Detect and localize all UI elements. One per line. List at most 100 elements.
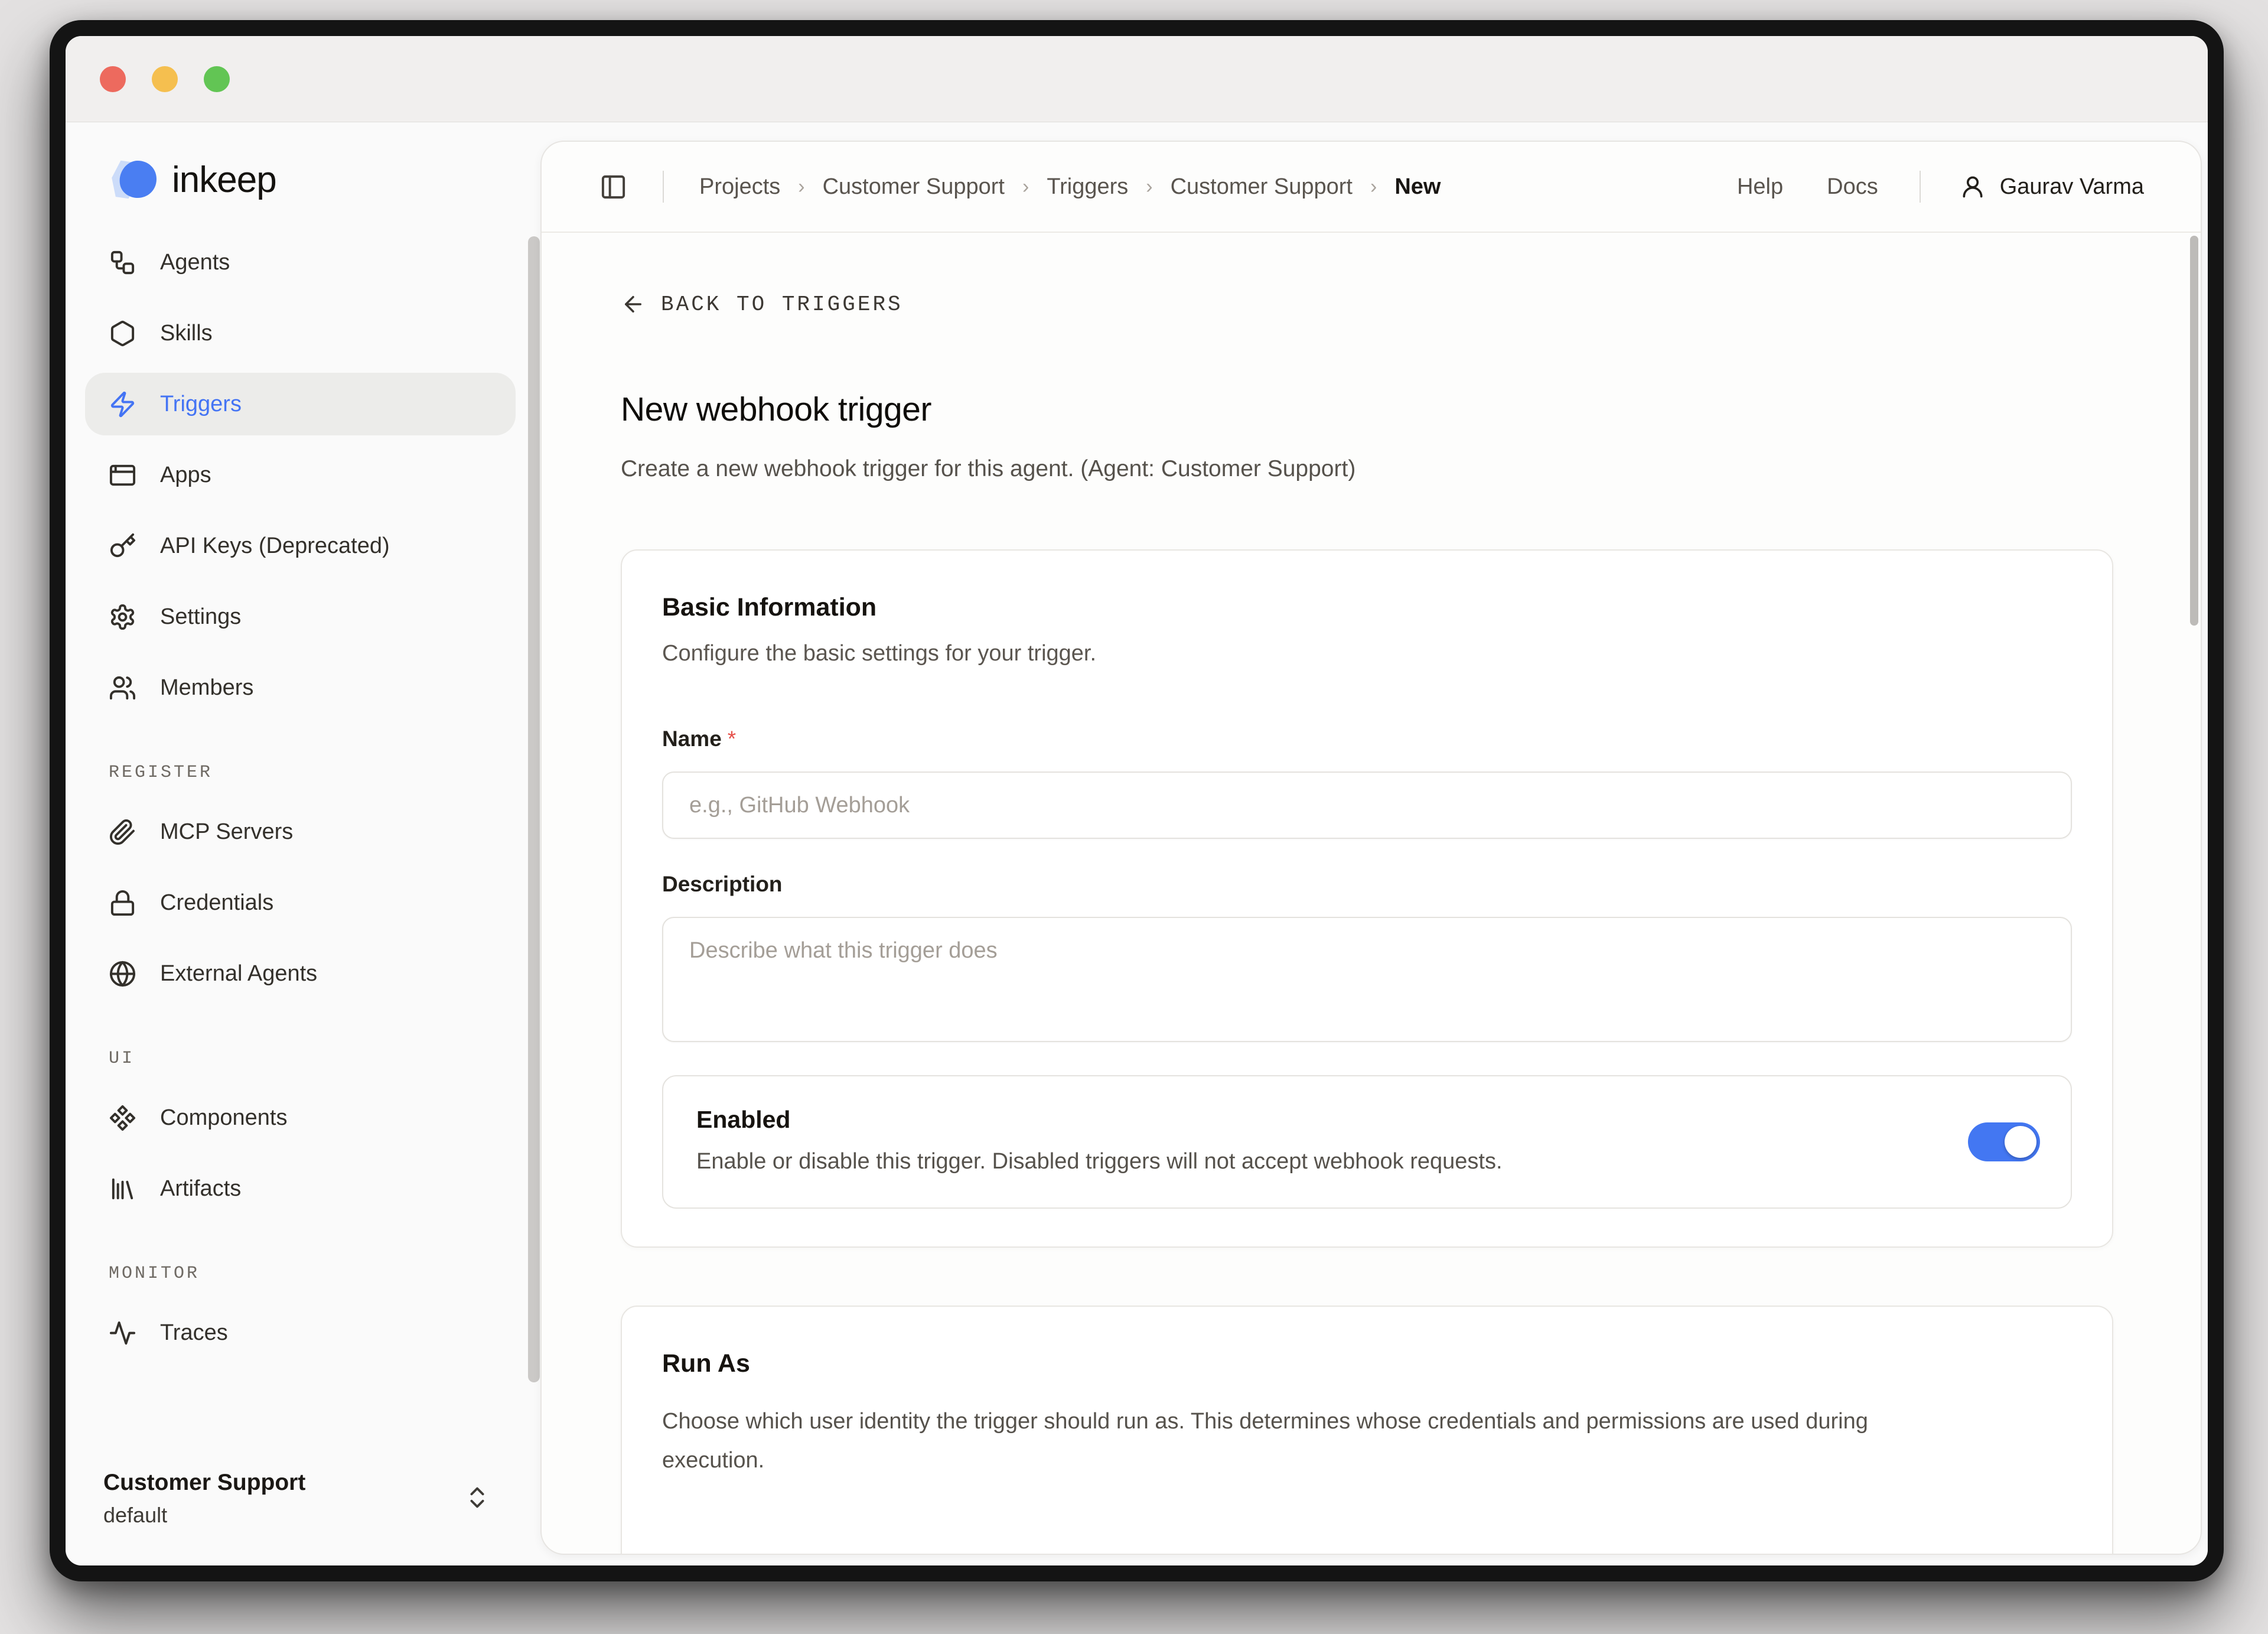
sidebar-item-api-keys[interactable]: API Keys (Deprecated) xyxy=(85,515,516,577)
header-actions: Help Docs Gaurav Varma xyxy=(1693,171,2144,203)
sidebar-item-label: MCP Servers xyxy=(160,819,293,845)
breadcrumb: Projects › Customer Support › Triggers ›… xyxy=(699,174,1441,200)
zoom-button[interactable] xyxy=(204,66,230,92)
back-link-label: BACK TO TRIGGERS xyxy=(661,292,903,317)
sidebar-item-skills[interactable]: Skills xyxy=(85,302,516,364)
breadcrumb-customer-support[interactable]: Customer Support xyxy=(823,174,1005,200)
sidebar-item-label: Agents xyxy=(160,250,230,275)
brand-logo[interactable]: inkeep xyxy=(99,158,540,201)
page-content: BACK TO TRIGGERS New webhook trigger Cre… xyxy=(542,233,2201,1554)
sidebar-item-label: Credentials xyxy=(160,890,273,916)
description-field-label: Description xyxy=(662,872,2072,897)
breadcrumb-current: New xyxy=(1394,174,1441,200)
workflow-icon xyxy=(109,249,136,276)
workspace-name: Customer Support xyxy=(103,1470,305,1496)
hexagon-icon xyxy=(109,320,136,347)
panel-left-icon xyxy=(599,173,627,201)
page-subtitle: Create a new webhook trigger for this ag… xyxy=(621,456,2113,482)
brand-name: inkeep xyxy=(172,159,276,201)
window-title-bar xyxy=(66,36,2208,122)
sidebar-item-label: External Agents xyxy=(160,961,317,987)
minimize-button[interactable] xyxy=(152,66,178,92)
component-icon xyxy=(109,1104,136,1132)
globe-icon xyxy=(109,960,136,988)
card-description: Configure the basic settings for your tr… xyxy=(662,641,2072,666)
sidebar-item-mcp-servers[interactable]: MCP Servers xyxy=(85,800,516,863)
sidebar-section-ui: UI xyxy=(109,1049,516,1069)
sidebar-item-credentials[interactable]: Credentials xyxy=(85,871,516,934)
user-icon xyxy=(1960,174,1986,200)
sidebar-item-apps[interactable]: Apps xyxy=(85,444,516,506)
breadcrumb-separator: › xyxy=(1370,175,1377,198)
workspace-switcher[interactable]: Customer Support default xyxy=(103,1470,491,1528)
enabled-description: Enable or disable this trigger. Disabled… xyxy=(696,1149,1941,1174)
activity-icon xyxy=(109,1319,136,1347)
sidebar-item-label: Members xyxy=(160,675,253,701)
user-name: Gaurav Varma xyxy=(2000,174,2144,200)
sidebar-item-label: API Keys (Deprecated) xyxy=(160,533,390,559)
enabled-setting: Enabled Enable or disable this trigger. … xyxy=(662,1075,2072,1209)
sidebar-item-agents[interactable]: Agents xyxy=(85,231,516,294)
back-to-triggers-link[interactable]: BACK TO TRIGGERS xyxy=(621,292,903,317)
app-window-icon xyxy=(109,461,136,489)
sidebar-item-artifacts[interactable]: Artifacts xyxy=(85,1157,516,1220)
sidebar-scrollbar[interactable] xyxy=(528,236,540,1382)
breadcrumb-separator: › xyxy=(1146,175,1152,198)
sidebar-item-label: Triggers xyxy=(160,392,242,417)
close-button[interactable] xyxy=(100,66,126,92)
sidebar-item-label: Apps xyxy=(160,463,211,488)
desktop-background: inkeep Agents Skills Triggers xyxy=(0,0,2268,1634)
enabled-toggle[interactable] xyxy=(1968,1122,2040,1161)
sidebar-item-external-agents[interactable]: External Agents xyxy=(85,942,516,1005)
sidebar-item-label: Settings xyxy=(160,604,241,630)
card-title: Run As xyxy=(662,1349,2072,1378)
window-controls xyxy=(100,66,230,92)
paperclip-icon xyxy=(109,818,136,846)
sidebar-item-components[interactable]: Components xyxy=(85,1086,516,1149)
sidebar-item-label: Artifacts xyxy=(160,1176,241,1202)
run-as-card: Run As Choose which user identity the tr… xyxy=(621,1306,2113,1555)
main-panel: Projects › Customer Support › Triggers ›… xyxy=(540,141,2202,1555)
card-description: Choose which user identity the trigger s… xyxy=(662,1402,1926,1480)
name-input[interactable] xyxy=(662,772,2072,839)
zap-icon xyxy=(109,390,136,418)
sidebar: inkeep Agents Skills Triggers xyxy=(66,122,540,1565)
sidebar-item-traces[interactable]: Traces xyxy=(85,1301,516,1364)
docs-link[interactable]: Docs xyxy=(1827,174,1878,200)
sidebar-section-register: REGISTER xyxy=(109,763,516,783)
main-scrollbar[interactable] xyxy=(2190,236,2198,626)
name-label-text: Name xyxy=(662,727,722,751)
card-title: Basic Information xyxy=(662,593,2072,622)
sidebar-item-triggers[interactable]: Triggers xyxy=(85,373,516,435)
key-icon xyxy=(109,532,136,560)
name-field-label: Name* xyxy=(662,727,2072,751)
header-divider xyxy=(1920,171,1921,203)
workspace-environment: default xyxy=(103,1503,305,1528)
toggle-knob xyxy=(2005,1126,2036,1158)
enabled-label: Enabled xyxy=(696,1106,1941,1134)
description-textarea[interactable] xyxy=(662,917,2072,1042)
sidebar-toggle-button[interactable] xyxy=(599,173,627,201)
breadcrumb-projects[interactable]: Projects xyxy=(699,174,780,200)
page-title: New webhook trigger xyxy=(621,390,2113,429)
lock-icon xyxy=(109,889,136,917)
breadcrumb-triggers[interactable]: Triggers xyxy=(1047,174,1128,200)
breadcrumb-separator: › xyxy=(1022,175,1029,198)
breadcrumb-separator: › xyxy=(798,175,804,198)
users-icon xyxy=(109,674,136,702)
page-header: Projects › Customer Support › Triggers ›… xyxy=(542,142,2201,233)
workspace-info: Customer Support default xyxy=(103,1470,305,1528)
user-menu[interactable]: Gaurav Varma xyxy=(1960,174,2144,200)
sidebar-item-label: Skills xyxy=(160,321,213,346)
sidebar-nav: Agents Skills Triggers Apps xyxy=(85,231,516,1364)
sidebar-item-label: Traces xyxy=(160,1320,228,1346)
help-link[interactable]: Help xyxy=(1737,174,1783,200)
sidebar-item-settings[interactable]: Settings xyxy=(85,585,516,648)
header-divider xyxy=(663,171,664,203)
arrow-left-icon xyxy=(621,292,646,317)
chevrons-up-down-icon xyxy=(464,1479,491,1519)
sidebar-item-members[interactable]: Members xyxy=(85,656,516,719)
sidebar-item-label: Components xyxy=(160,1105,287,1131)
library-icon xyxy=(109,1175,136,1203)
breadcrumb-agent[interactable]: Customer Support xyxy=(1171,174,1353,200)
